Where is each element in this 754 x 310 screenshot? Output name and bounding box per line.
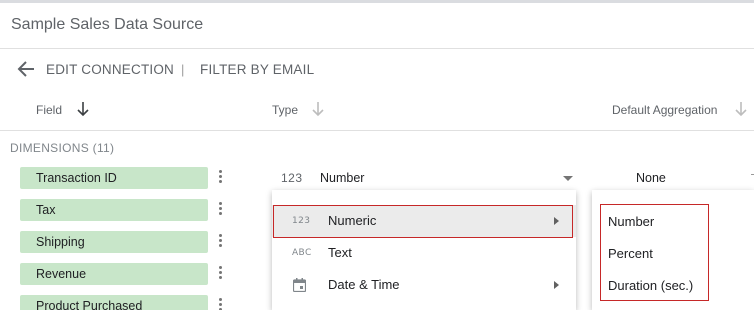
field-chip-transaction-id[interactable]: Transaction ID [20, 167, 208, 189]
field-chip-product-purchased[interactable]: Product Purchased [20, 295, 208, 310]
edit-connection-button[interactable]: EDIT CONNECTION [46, 62, 174, 77]
column-header-field[interactable]: Field [36, 103, 62, 117]
submenu-arrow-icon [554, 281, 559, 289]
sort-arrow-down-icon[interactable] [733, 100, 749, 118]
filter-by-email-button[interactable]: FILTER BY EMAIL [200, 62, 314, 77]
menu-item-numeric[interactable]: 123 Numeric [272, 205, 576, 237]
submenu-item-percent[interactable]: Percent [608, 246, 653, 261]
field-chip-shipping[interactable]: Shipping [20, 231, 208, 253]
toolbar-separator: | [181, 62, 185, 77]
more-options-icon[interactable] [213, 264, 227, 284]
more-options-icon[interactable] [213, 296, 227, 310]
more-options-icon[interactable] [213, 168, 227, 188]
number-type-icon: 123 [292, 216, 311, 226]
text-type-icon: ABC [292, 248, 312, 258]
column-header-type[interactable]: Type [272, 103, 298, 117]
more-options-icon[interactable] [213, 200, 227, 220]
sort-arrow-down-icon[interactable] [75, 100, 91, 118]
title-divider [0, 48, 754, 49]
section-label-dimensions: DIMENSIONS (11) [10, 141, 115, 155]
more-options-icon[interactable] [213, 232, 227, 252]
menu-item-label: Date & Time [328, 277, 400, 292]
numeric-submenu: Number Percent Duration (sec.) [592, 190, 754, 310]
back-arrow-icon[interactable] [15, 58, 37, 80]
chevron-down-icon[interactable] [563, 176, 573, 181]
type-dropdown-menu: 123 Numeric ABC Text Date & Time [272, 190, 576, 310]
window-title: Sample Sales Data Source [11, 16, 204, 33]
field-chip-revenue[interactable]: Revenue [20, 263, 208, 285]
aggregation-select-value[interactable]: None [636, 171, 666, 185]
menu-item-text[interactable]: ABC Text [272, 237, 576, 269]
submenu-item-number[interactable]: Number [608, 214, 654, 229]
menu-item-date-time[interactable]: Date & Time [272, 269, 576, 301]
field-chip-tax[interactable]: Tax [20, 199, 208, 221]
submenu-item-duration[interactable]: Duration (sec.) [608, 278, 693, 293]
sort-arrow-down-icon[interactable] [310, 100, 326, 118]
header-divider [0, 130, 754, 131]
calendar-icon [293, 278, 306, 292]
number-type-icon: 123 [281, 171, 303, 185]
type-select-value[interactable]: Number [320, 171, 364, 185]
top-edge-strip [0, 0, 754, 3]
menu-item-label: Numeric [328, 213, 377, 228]
menu-item-label: Text [328, 245, 352, 260]
submenu-arrow-icon [554, 217, 559, 225]
column-header-default-aggregation[interactable]: Default Aggregation [612, 103, 717, 117]
